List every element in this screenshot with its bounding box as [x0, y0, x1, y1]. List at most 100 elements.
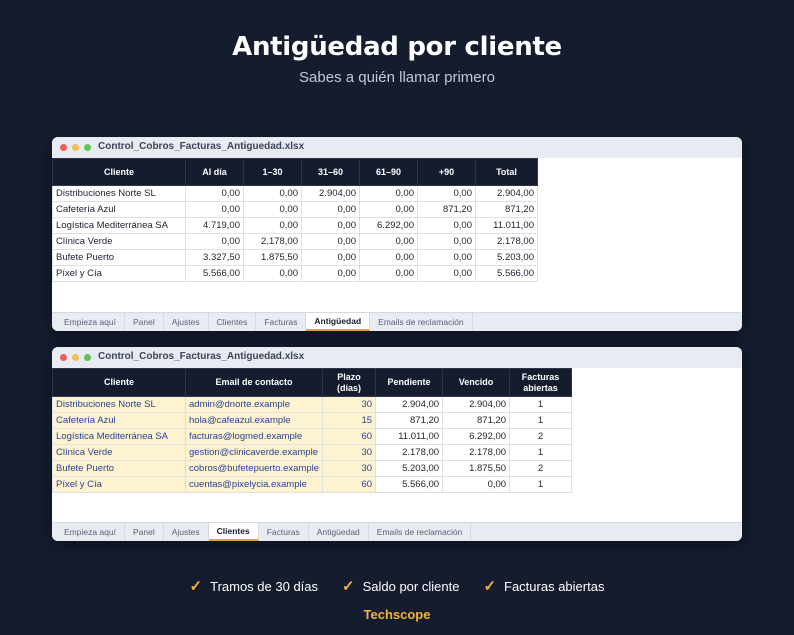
- table-cell[interactable]: 60: [322, 476, 377, 493]
- table-cell[interactable]: 871,20: [442, 412, 511, 429]
- maximize-window-icon[interactable]: [84, 354, 91, 361]
- table-cell[interactable]: 0,00: [243, 265, 302, 282]
- close-window-icon[interactable]: [60, 144, 67, 151]
- sheet-tab[interactable]: Clientes: [209, 313, 257, 331]
- column-header[interactable]: Plazo (días): [322, 368, 377, 397]
- table-cell[interactable]: 0,00: [301, 217, 360, 234]
- table-cell[interactable]: 0,00: [417, 265, 476, 282]
- table-cell[interactable]: 0,00: [359, 249, 418, 266]
- table-cell[interactable]: 2.178,00: [375, 444, 444, 461]
- table-cell[interactable]: 1.875,50: [442, 460, 511, 477]
- table-cell[interactable]: Logística Mediterránea SA: [52, 217, 186, 234]
- maximize-window-icon[interactable]: [84, 144, 91, 151]
- table-cell[interactable]: Distribuciones Norte SL: [52, 185, 186, 202]
- sheet-tab[interactable]: Ajustes: [164, 523, 209, 541]
- sheet-tab[interactable]: Ajustes: [164, 313, 209, 331]
- table-cell[interactable]: Logística Mediterránea SA: [52, 428, 186, 445]
- table-cell[interactable]: 0,00: [185, 201, 244, 218]
- table-cell[interactable]: facturas@logmed.example: [184, 428, 324, 445]
- column-header[interactable]: Al día: [185, 158, 244, 186]
- table-cell[interactable]: 871,20: [375, 412, 444, 429]
- table-cell[interactable]: Cafetería Azul: [52, 201, 186, 218]
- column-header[interactable]: Vencido: [442, 368, 511, 397]
- table-cell[interactable]: 11.011,00: [475, 217, 538, 234]
- minimize-window-icon[interactable]: [72, 354, 79, 361]
- column-header[interactable]: Cliente: [52, 368, 186, 397]
- table-cell[interactable]: 4.719,00: [185, 217, 244, 234]
- table-cell[interactable]: 0,00: [301, 201, 360, 218]
- column-header[interactable]: Email de contacto: [184, 368, 324, 397]
- table-cell[interactable]: 30: [322, 444, 377, 461]
- table-cell[interactable]: admin@dnorte.example: [184, 396, 324, 413]
- table-cell[interactable]: 2: [509, 428, 573, 445]
- sheet-tab[interactable]: Antigüedad: [306, 313, 371, 331]
- table-cell[interactable]: Clínica Verde: [52, 444, 186, 461]
- table-cell[interactable]: 0,00: [359, 233, 418, 250]
- table-cell[interactable]: gestion@clinicaverde.example: [184, 444, 324, 461]
- table-cell[interactable]: Clínica Verde: [52, 233, 186, 250]
- table-cell[interactable]: cobros@bufetepuerto.example: [184, 460, 324, 477]
- table-cell[interactable]: 6.292,00: [442, 428, 511, 445]
- table-cell[interactable]: 2: [509, 460, 573, 477]
- table-cell[interactable]: 2.904,00: [475, 185, 538, 202]
- table-cell[interactable]: 60: [322, 428, 377, 445]
- table-cell[interactable]: 5.203,00: [475, 249, 538, 266]
- table-cell[interactable]: 2.904,00: [375, 396, 444, 413]
- table-cell[interactable]: cuentas@pixelycia.example: [184, 476, 324, 493]
- table-cell[interactable]: 3.327,50: [185, 249, 244, 266]
- sheet-tab[interactable]: Facturas: [259, 523, 309, 541]
- table-cell[interactable]: 1: [509, 476, 573, 493]
- column-header[interactable]: 1–30: [243, 158, 302, 186]
- table-cell[interactable]: Cafetería Azul: [52, 412, 186, 429]
- table-cell[interactable]: 0,00: [301, 233, 360, 250]
- column-header[interactable]: Facturas abiertas: [509, 368, 573, 397]
- table-cell[interactable]: 5.566,00: [475, 265, 538, 282]
- table-cell[interactable]: 0,00: [301, 265, 360, 282]
- table-cell[interactable]: Píxel y Cía: [52, 265, 186, 282]
- table-cell[interactable]: 0,00: [417, 233, 476, 250]
- table-cell[interactable]: 0,00: [359, 265, 418, 282]
- table-cell[interactable]: 0,00: [417, 185, 476, 202]
- table-cell[interactable]: 1.875,50: [243, 249, 302, 266]
- table-cell[interactable]: 2.178,00: [442, 444, 511, 461]
- table-cell[interactable]: Bufete Puerto: [52, 460, 186, 477]
- sheet-tab[interactable]: Emails de reclamación: [370, 313, 473, 331]
- table-cell[interactable]: 0,00: [185, 185, 244, 202]
- column-header[interactable]: +90: [417, 158, 476, 186]
- table-cell[interactable]: hola@cafeazul.example: [184, 412, 324, 429]
- table-cell[interactable]: 2.178,00: [475, 233, 538, 250]
- sheet-tab[interactable]: Panel: [125, 523, 164, 541]
- sheet-tab[interactable]: Empieza aquí: [56, 313, 125, 331]
- column-header[interactable]: 61–90: [359, 158, 418, 186]
- sheet-tab[interactable]: Antigüedad: [309, 523, 369, 541]
- table-cell[interactable]: 15: [322, 412, 377, 429]
- table-cell[interactable]: 5.566,00: [185, 265, 244, 282]
- table-cell[interactable]: Distribuciones Norte SL: [52, 396, 186, 413]
- table-cell[interactable]: 0,00: [359, 201, 418, 218]
- column-header[interactable]: 31–60: [301, 158, 360, 186]
- table-cell[interactable]: Píxel y Cía: [52, 476, 186, 493]
- table-cell[interactable]: 1: [509, 396, 573, 413]
- sheet-tab[interactable]: Empieza aquí: [56, 523, 125, 541]
- table-cell[interactable]: 0,00: [359, 185, 418, 202]
- close-window-icon[interactable]: [60, 354, 67, 361]
- minimize-window-icon[interactable]: [72, 144, 79, 151]
- sheet-tab[interactable]: Clientes: [208, 523, 259, 541]
- table-cell[interactable]: 0,00: [243, 185, 302, 202]
- table-cell[interactable]: 0,00: [185, 233, 244, 250]
- table-cell[interactable]: 871,20: [417, 201, 476, 218]
- table-cell[interactable]: 0,00: [243, 201, 302, 218]
- table-cell[interactable]: 2.904,00: [301, 185, 360, 202]
- table-cell[interactable]: 5.203,00: [375, 460, 444, 477]
- table-cell[interactable]: 0,00: [417, 217, 476, 234]
- table-cell[interactable]: 2.178,00: [243, 233, 302, 250]
- table-cell[interactable]: 0,00: [243, 217, 302, 234]
- table-cell[interactable]: 0,00: [301, 249, 360, 266]
- table-cell[interactable]: 30: [322, 460, 377, 477]
- table-cell[interactable]: 11.011,00: [375, 428, 444, 445]
- table-cell[interactable]: Bufete Puerto: [52, 249, 186, 266]
- table-cell[interactable]: 30: [322, 396, 377, 413]
- sheet-tab[interactable]: Emails de reclamación: [369, 523, 472, 541]
- sheet-tab[interactable]: Panel: [125, 313, 164, 331]
- sheet-tab[interactable]: Facturas: [256, 313, 307, 331]
